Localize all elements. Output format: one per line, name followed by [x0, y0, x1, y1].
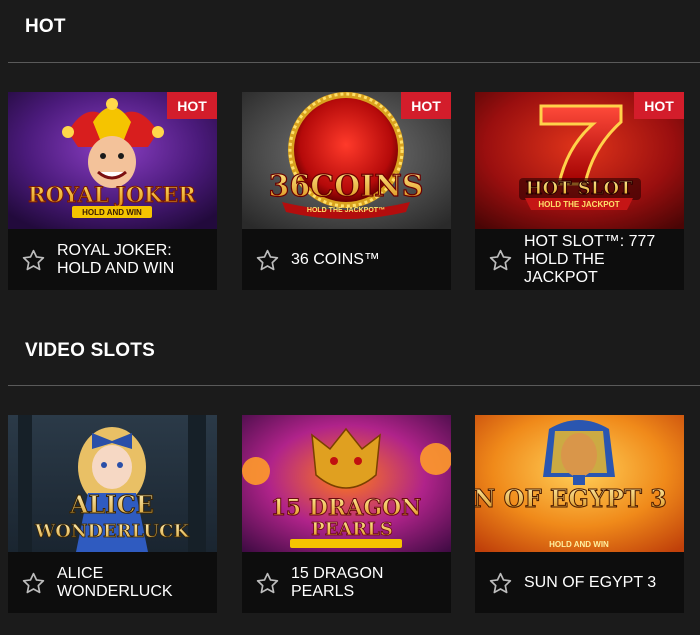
- game-thumbnail[interactable]: SUN OF EGYPT 3 HOLD AND WIN: [475, 415, 684, 552]
- game-grid-video-slots: ALICE WONDERLUCK ALICE WONDERLUCK 15 DRA…: [8, 415, 692, 613]
- section-divider: [8, 62, 700, 63]
- game-title[interactable]: 36 COINS™: [291, 229, 443, 290]
- game-card-footer: ROYAL JOKER: HOLD AND WIN: [8, 229, 217, 290]
- game-title[interactable]: ALICE WONDERLUCK: [57, 552, 209, 613]
- star-outline-icon[interactable]: [21, 571, 46, 596]
- hot-badge: HOT: [634, 92, 684, 119]
- game-card-36-coins[interactable]: 36COINS HOLD THE JACKPOT™ HOT 36 COINS™: [242, 92, 451, 290]
- game-logo-text: ROYAL JOKER: [28, 182, 196, 207]
- game-card-footer: HOT SLOT™: 777 HOLD THE JACKPOT: [475, 229, 684, 290]
- game-logo-text: 36COINS: [269, 169, 424, 204]
- section-divider: [8, 385, 700, 386]
- game-card-footer: ALICE WONDERLUCK: [8, 552, 217, 613]
- game-thumbnail[interactable]: 15 DRAGON PEARLS: [242, 415, 451, 552]
- game-card-sun-of-egypt-3[interactable]: SUN OF EGYPT 3 HOLD AND WIN SUN OF EGYPT…: [475, 415, 684, 613]
- game-card-alice-wonderluck[interactable]: ALICE WONDERLUCK ALICE WONDERLUCK: [8, 415, 217, 613]
- star-outline-icon[interactable]: [255, 248, 280, 273]
- game-card-royal-joker[interactable]: ROYAL JOKER HOLD AND WIN HOT ROYAL JOKER…: [8, 92, 217, 290]
- game-card-15-dragon-pearls[interactable]: 15 DRAGON PEARLS 15 DRAGON PEARLS: [242, 415, 451, 613]
- game-logo-text: HOT SLOT: [525, 178, 633, 199]
- game-title[interactable]: SUN OF EGYPT 3: [524, 552, 676, 613]
- game-card-footer: 15 DRAGON PEARLS: [242, 552, 451, 613]
- game-logo-subtext: WONDERLUCK: [34, 521, 190, 542]
- game-logo-subtext: HOLD THE JACKPOT™: [307, 207, 385, 214]
- game-logo-subtext: PEARLS: [311, 519, 393, 540]
- game-logo-subtext: HOLD THE JACKPOT: [538, 200, 619, 209]
- section-title-video-slots: VIDEO SLOTS: [25, 340, 155, 361]
- game-title[interactable]: HOT SLOT™: 777 HOLD THE JACKPOT: [524, 229, 676, 290]
- game-title[interactable]: ROYAL JOKER: HOLD AND WIN: [57, 229, 209, 290]
- game-card-hot-slot-777[interactable]: HOT SLOT HOLD THE JACKPOT HOT HOT SLOT™:…: [475, 92, 684, 290]
- star-outline-icon[interactable]: [21, 248, 46, 273]
- hot-badge: HOT: [401, 92, 451, 119]
- game-logo-subtext: HOLD AND WIN: [82, 208, 142, 217]
- star-outline-icon[interactable]: [488, 248, 513, 273]
- game-card-footer: SUN OF EGYPT 3: [475, 552, 684, 613]
- section-title-hot: HOT: [25, 16, 66, 37]
- game-logo-text: 15 DRAGON: [271, 495, 422, 521]
- game-card-footer: 36 COINS™: [242, 229, 451, 290]
- game-grid-hot: ROYAL JOKER HOLD AND WIN HOT ROYAL JOKER…: [8, 92, 692, 290]
- star-outline-icon[interactable]: [255, 571, 280, 596]
- hot-badge: HOT: [167, 92, 217, 119]
- game-logo-text: SUN OF EGYPT 3: [475, 484, 667, 513]
- game-title[interactable]: 15 DRAGON PEARLS: [291, 552, 443, 613]
- game-logo-subtext: HOLD AND WIN: [549, 540, 609, 549]
- game-logo-text: ALICE: [69, 490, 154, 519]
- game-thumbnail[interactable]: ALICE WONDERLUCK: [8, 415, 217, 552]
- star-outline-icon[interactable]: [488, 571, 513, 596]
